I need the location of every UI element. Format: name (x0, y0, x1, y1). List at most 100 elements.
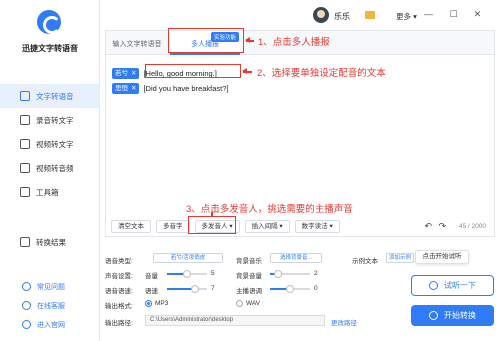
annotation-arrow (245, 37, 254, 43)
website-icon (22, 320, 31, 329)
sidebar-item-label: 录音转文字 (36, 115, 74, 125)
video-audio-icon (20, 163, 30, 173)
volume-slider[interactable] (167, 270, 207, 278)
insert-pause-button[interactable]: 插入间隔 ▾ (244, 220, 290, 233)
sidebar-item-recording-to-text[interactable]: 录音转文字 (0, 108, 100, 132)
voice-type-select[interactable]: 若兮/活泼俏皮 (153, 253, 223, 263)
slider-knob[interactable] (191, 285, 199, 293)
play-icon (429, 311, 438, 320)
close-icon[interactable]: ✕ (472, 9, 483, 20)
video-icon (20, 139, 30, 149)
sidebar-item-text-to-speech[interactable]: 文字转语音 (0, 84, 100, 108)
sidebar-item-label: 转换结果 (36, 237, 66, 247)
wav-label: WAV (246, 300, 261, 307)
volume-value: 5 (211, 270, 215, 277)
line-text[interactable]: [Did you have breakfast?] (143, 84, 228, 93)
annotation-box-tab (168, 28, 244, 53)
change-path-link[interactable]: 更改路径 (331, 317, 357, 327)
clear-text-button[interactable]: 清空文本 (111, 220, 151, 233)
chevron-down-icon: ▾ (279, 223, 283, 230)
top-bar: 乐乐 更多 ▾ — ☐ ✕ (100, 0, 500, 30)
speed-label: 语速 (145, 288, 158, 295)
slider-knob[interactable] (274, 270, 282, 278)
online-service-label: 在线客服 (37, 302, 65, 310)
chevron-down-icon: ▾ (413, 12, 417, 21)
sidebar-item-video-to-text[interactable]: 视频转文字 (0, 132, 100, 156)
bg-music-label: 背景音乐 (236, 258, 262, 265)
sidebar-item-video-to-audio[interactable]: 视频转音频 (0, 156, 100, 180)
sidebar-item-results[interactable]: 转换结果 (0, 230, 100, 254)
speaker-tag[interactable]: 若兮 ✕ (112, 67, 140, 79)
result-icon (20, 237, 30, 247)
username[interactable]: 乐乐 (334, 11, 350, 22)
redo-icon[interactable]: ↷ (438, 221, 446, 232)
wav-radio[interactable] (236, 300, 243, 307)
close-icon[interactable]: ✕ (131, 85, 136, 92)
sidebar-item-label: 工具箱 (36, 187, 59, 197)
speaker-tag[interactable]: 思恒 ✕ (112, 82, 140, 94)
minimize-icon[interactable]: — (423, 9, 434, 20)
slider-knob[interactable] (183, 270, 191, 278)
website-link[interactable]: 进入官网 (0, 315, 100, 334)
sidebar-item-label: 文字转语音 (36, 91, 74, 101)
service-icon (22, 301, 31, 310)
speaker-name: 思恒 (115, 84, 128, 92)
pitch-value: 0 (314, 285, 318, 292)
mp3-label: MP3 (155, 300, 169, 307)
polyphone-button[interactable]: 多音字 (156, 220, 190, 233)
volume-settings-label: 声音设置: (105, 273, 133, 280)
mp3-radio[interactable] (145, 300, 152, 307)
annotation-step3: 3、点击多发音人，挑选需要的主播声音 (186, 204, 353, 215)
sample-text-label: 示例文本 (352, 258, 378, 265)
try-listen-button[interactable]: 试听一下 (411, 275, 494, 296)
avatar[interactable] (313, 7, 329, 23)
voice-type-label: 语音类型: (105, 258, 133, 265)
app-name: 迅捷文字转语音 (22, 44, 78, 53)
script-line[interactable]: 思恒 ✕ [Did you have breakfast?] (112, 82, 229, 94)
bg-volume-label: 背景音量 (236, 273, 262, 280)
sidebar-nav: 文字转语音 录音转文字 视频转文字 视频转音频 工具箱 转换结果 (0, 84, 100, 254)
output-path-label: 输出路径: (105, 320, 133, 327)
speed-slider[interactable] (167, 285, 207, 293)
undo-icon[interactable]: ↶ (424, 221, 432, 232)
annotation-box-text (145, 64, 241, 78)
speaker-name: 若兮 (115, 69, 128, 77)
tab-text-to-speech[interactable]: 输入文字转语音 (106, 31, 168, 55)
sidebar-item-toolbox[interactable]: 工具箱 (0, 180, 100, 204)
speed-value: 7 (211, 285, 215, 292)
pitch-label: 主播语调 (236, 288, 262, 295)
close-icon[interactable]: ✕ (131, 70, 136, 77)
app-logo-icon (37, 10, 61, 34)
pitch-slider[interactable] (270, 285, 310, 293)
recording-icon (20, 115, 30, 125)
website-label: 进入官网 (37, 321, 65, 329)
insert-pause-label: 插入间隔 (251, 223, 278, 230)
toolbox-icon (20, 187, 30, 197)
output-path-input[interactable]: C:\Users\Administrator\desktop (145, 315, 325, 326)
slider-knob[interactable] (286, 285, 294, 293)
annotation-step2: 2、选择要单独设定配音的文本 (257, 68, 386, 79)
speed-settings-label: 语音语速: (105, 288, 133, 295)
sidebar-item-label: 视频转文字 (36, 139, 74, 149)
bg-music-select[interactable]: 选择背景音... (270, 253, 322, 263)
annotation-box-multi-speaker (188, 216, 236, 234)
try-listen-tooltip: 点击开始试听 (415, 250, 469, 264)
vip-icon (365, 11, 375, 19)
bg-volume-slider[interactable] (270, 270, 310, 278)
number-reading-button[interactable]: 数字读法 ▾ (294, 220, 340, 233)
number-reading-label: 数字读法 (301, 223, 328, 230)
maximize-icon[interactable]: ☐ (448, 9, 459, 20)
sidebar: 迅捷文字转语音 文字转语音 录音转文字 视频转文字 视频转音频 工具箱 转换结果… (0, 0, 100, 341)
chevron-down-icon: ▾ (329, 223, 333, 230)
more-menu[interactable]: 更多 ▾ (396, 11, 417, 22)
more-label: 更多 (396, 12, 411, 21)
question-icon (22, 282, 31, 291)
start-convert-button[interactable]: 开始转换 (411, 305, 494, 326)
bg-volume-value: 2 (314, 270, 318, 277)
sidebar-item-label: 视频转音频 (36, 163, 74, 173)
char-counter: 45 / 2000 (458, 223, 486, 230)
faq-link[interactable]: 常见问题 (0, 277, 100, 296)
sample-text-select[interactable]: 添加示例 (386, 253, 414, 263)
text-to-speech-icon (20, 91, 30, 101)
online-service-link[interactable]: 在线客服 (0, 296, 100, 315)
